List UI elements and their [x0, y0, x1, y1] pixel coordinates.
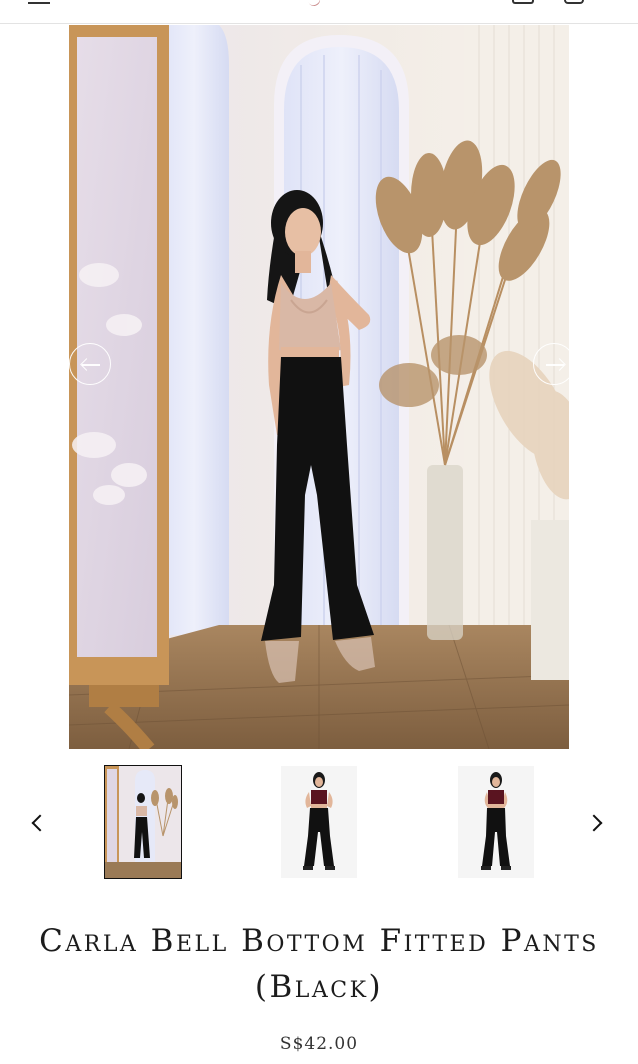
thumbnail-photo — [281, 766, 357, 878]
thumbnails-next-button[interactable] — [585, 810, 608, 838]
product-title: Carla Bell Bottom Fitted Pants (Black) — [39, 923, 599, 1005]
thumbnail-photo — [458, 766, 534, 878]
thumbnails-prev-button[interactable] — [28, 810, 49, 838]
product-photo — [69, 25, 569, 749]
thumbnail-photo — [105, 766, 181, 878]
chevron-left-icon — [31, 814, 49, 832]
site-header — [0, 0, 638, 24]
hamburger-icon[interactable] — [28, 0, 50, 4]
product-price: S$42.00 — [279, 1034, 359, 1054]
thumbnail-3[interactable] — [458, 766, 534, 878]
shopping-bag-icon[interactable] — [564, 0, 584, 4]
chevron-right-icon — [585, 814, 603, 832]
user-icon[interactable] — [512, 0, 534, 4]
logo[interactable] — [306, 0, 322, 8]
hero-prev-icon[interactable] — [69, 343, 111, 385]
product-main-image[interactable] — [69, 25, 569, 749]
thumbnail-1[interactable] — [104, 765, 182, 879]
thumbnail-2[interactable] — [281, 766, 357, 878]
hero-next-icon[interactable] — [533, 343, 569, 385]
